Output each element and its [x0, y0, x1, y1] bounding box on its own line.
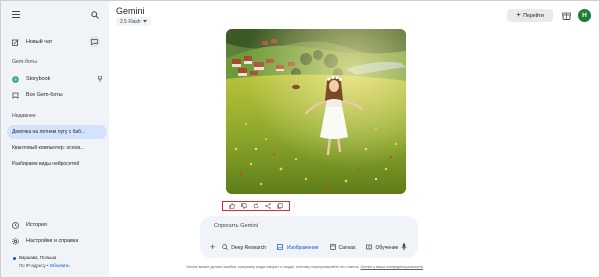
settings-label: Настройки и справка — [26, 238, 79, 244]
more-options-icon[interactable]: ⋮ — [292, 203, 297, 209]
image-icon: ✦ — [277, 243, 285, 252]
recent-chat-item[interactable]: Девочка на летнем лугу с баб... — [7, 125, 107, 139]
tool-row: + Deep Research ✦ Изображение Canvas Обу… — [210, 243, 409, 252]
recent-chat-item[interactable]: Разбираем виды нейросетей — [7, 157, 107, 171]
model-selector[interactable]: 2.5 Flash — [116, 17, 151, 26]
pin-icon[interactable] — [97, 76, 102, 82]
privacy-link[interactable]: Gemini и ваша конфиденциальность — [360, 265, 423, 269]
gem-item-label: Все Gem-боты — [26, 92, 63, 98]
share-icon[interactable] — [265, 203, 271, 209]
recent-chat-label: Девочка на летнем лугу с баб... — [12, 129, 86, 135]
tool-image[interactable]: ✦ Изображение — [277, 243, 319, 252]
tool-label: Deep Research — [231, 244, 267, 251]
chevron-down-icon — [142, 19, 147, 25]
goto-label: Перейти — [523, 12, 544, 19]
settings-button[interactable]: Настройки и справка — [1, 234, 109, 248]
sidebar: Новый чат Gem-боты Storybook Все Gem-бот… — [1, 1, 109, 277]
response-actions — [222, 201, 290, 211]
thumbs-down-icon[interactable] — [241, 203, 247, 209]
microphone-icon[interactable] — [401, 243, 408, 251]
canvas-icon — [329, 243, 336, 252]
new-chat-label: Новый чат — [26, 39, 53, 45]
regenerate-icon[interactable] — [253, 203, 259, 209]
tool-label: Обучение — [375, 244, 399, 251]
gems-section-title: Gem-боты — [12, 59, 37, 65]
location-city: Варшава, Польша — [19, 255, 57, 260]
history-label: История — [26, 222, 47, 228]
recent-chat-label: Квантовый компьютер: основ... — [12, 145, 85, 151]
tool-label: Canvas — [338, 244, 356, 251]
add-icon[interactable]: + — [210, 243, 215, 252]
location-source: По IP-адресу • Обновить — [19, 263, 70, 268]
location-source-text: По IP-адресу • — [19, 263, 50, 268]
tool-deep-research[interactable]: Deep Research — [222, 243, 267, 252]
sparkle-icon — [516, 12, 522, 19]
copy-icon[interactable] — [277, 203, 283, 209]
gem-item-label: Storybook — [26, 76, 51, 82]
gem-icon — [11, 91, 19, 99]
generated-image[interactable] — [226, 29, 406, 194]
storybook-icon — [11, 75, 19, 83]
goto-button[interactable]: Перейти — [507, 9, 553, 22]
location-update-link[interactable]: Обновить — [50, 263, 70, 268]
avatar-letter: H — [582, 12, 587, 19]
gift-icon[interactable] — [562, 11, 571, 20]
recent-chat-item[interactable]: Квантовый компьютер: основ... — [7, 141, 107, 155]
svg-text:✦: ✦ — [282, 244, 284, 247]
gem-item-storybook[interactable]: Storybook — [1, 72, 109, 86]
gem-item-all[interactable]: Все Gem-боты — [1, 88, 109, 102]
recent-chat-label: Разбираем виды нейросетей — [12, 161, 80, 167]
location-dot — [13, 257, 16, 260]
disclaimer-text: Gemini может делать ошибки, например ког… — [186, 265, 360, 269]
deep-research-icon — [222, 243, 229, 252]
gear-icon — [11, 237, 19, 245]
temporary-chat-icon[interactable] — [89, 36, 100, 47]
learning-icon — [366, 244, 373, 252]
tool-canvas[interactable]: Canvas — [329, 243, 356, 252]
thumbs-up-icon[interactable] — [229, 203, 235, 209]
tool-learning[interactable]: Обучение — [366, 244, 398, 252]
prompt-input[interactable]: Спросить Gemini — [214, 223, 258, 229]
recent-section-title: Недавнее — [12, 113, 36, 119]
avatar[interactable]: H — [578, 9, 591, 22]
menu-icon[interactable] — [11, 10, 20, 19]
tool-label: Изображение — [287, 244, 319, 251]
model-label: 2.5 Flash — [120, 18, 141, 25]
history-button[interactable]: История — [1, 218, 109, 232]
disclaimer: Gemini может делать ошибки, например ког… — [186, 265, 423, 269]
new-chat-icon — [11, 38, 19, 46]
prompt-box: Спросить Gemini + Deep Research ✦ Изобра… — [200, 216, 418, 258]
app-title: Gemini — [116, 6, 145, 16]
history-icon — [11, 221, 19, 229]
search-icon[interactable] — [90, 10, 99, 19]
